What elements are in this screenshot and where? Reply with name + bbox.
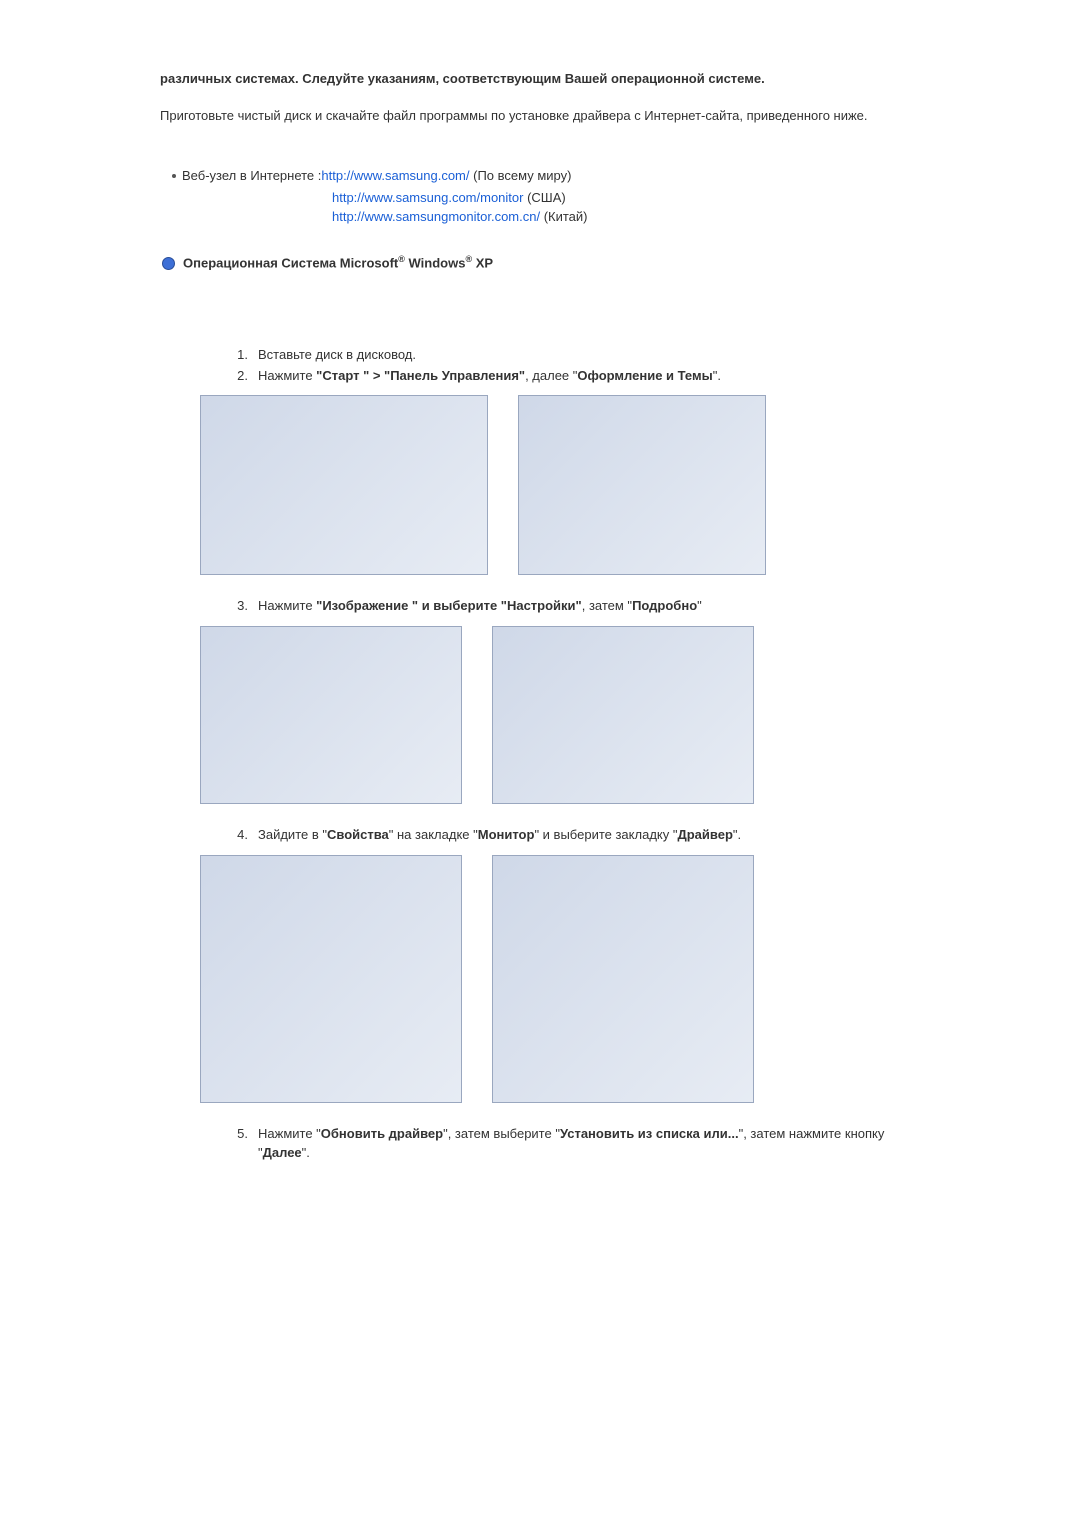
step-text: Нажмите "Изображение " и выберите "Настр… bbox=[258, 597, 702, 616]
link-samsung-after: (По всему миру) bbox=[470, 168, 572, 183]
link-samsung-monitor[interactable]: http://www.samsung.com/monitor bbox=[332, 190, 523, 205]
screenshot-figure bbox=[200, 626, 462, 804]
step-number: 2. bbox=[230, 367, 248, 386]
os-heading: Операционная Система Microsoft® Windows®… bbox=[183, 253, 493, 273]
screenshot-figure bbox=[492, 626, 754, 804]
step-number: 1. bbox=[230, 346, 248, 365]
step-number: 4. bbox=[230, 826, 248, 845]
link-samsung-cn-after: (Китай) bbox=[540, 209, 587, 224]
step-number: 5. bbox=[230, 1125, 248, 1163]
step-text: Нажмите "Обновить драйвер", затем выбери… bbox=[258, 1125, 920, 1163]
intro-bold: различных системах. Следуйте указаниям, … bbox=[160, 71, 765, 86]
link-samsung[interactable]: http://www.samsung.com/ bbox=[321, 168, 469, 183]
screenshot-figure bbox=[200, 855, 462, 1103]
step-text: Зайдите в "Свойства" на закладке "Монито… bbox=[258, 826, 741, 845]
step-text: Нажмите "Старт " > "Панель Управления", … bbox=[258, 367, 721, 386]
bullet-icon bbox=[172, 174, 176, 178]
screenshot-figure bbox=[200, 395, 488, 575]
screenshot-figure bbox=[518, 395, 766, 575]
link-samsung-cn[interactable]: http://www.samsungmonitor.com.cn/ bbox=[332, 209, 540, 224]
screenshot-figure bbox=[492, 855, 754, 1103]
link-samsung-monitor-after: (США) bbox=[523, 190, 565, 205]
bullet-circle-icon bbox=[162, 257, 175, 270]
step-text: Вставьте диск в дисковод. bbox=[258, 346, 416, 365]
intro-text: Приготовьте чистый диск и скачайте файл … bbox=[160, 108, 868, 123]
links-pretext: Веб-узел в Интернете : bbox=[182, 168, 321, 183]
step-number: 3. bbox=[230, 597, 248, 616]
